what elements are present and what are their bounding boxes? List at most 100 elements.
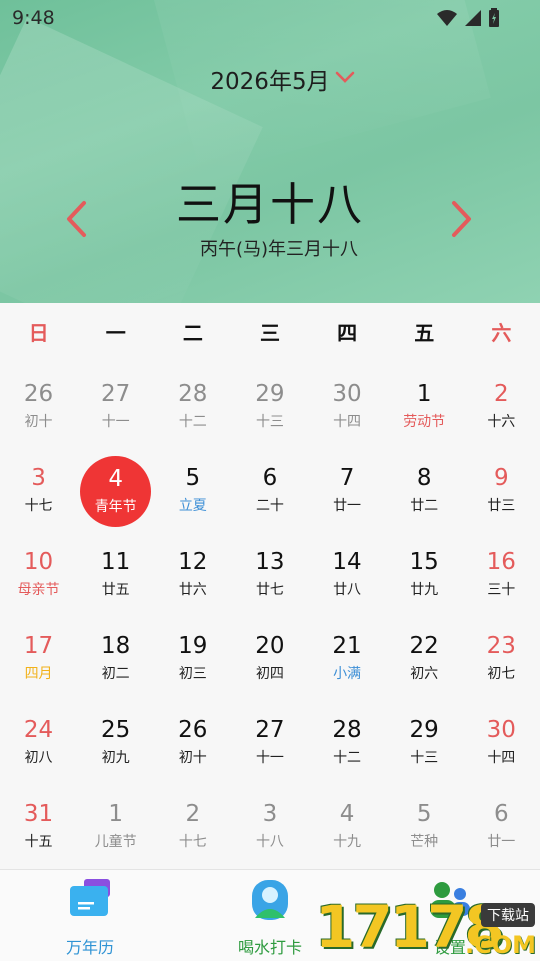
day-cell[interactable]: 28 十二 [309, 699, 386, 783]
lunar-label: 芒种 [410, 834, 439, 850]
day-number: 27 [255, 717, 285, 743]
day-cell[interactable]: 5 立夏 [154, 447, 231, 531]
day-number: 6 [262, 465, 278, 491]
day-cell[interactable]: 12 廿六 [154, 531, 231, 615]
day-number: 21 [332, 633, 362, 659]
day-cell[interactable]: 14 廿八 [309, 531, 386, 615]
calendar-header: 9:48 2026年5月 三月十八 丙午(马)年三月十八 [0, 0, 540, 303]
day-cell[interactable]: 31 十五 [0, 783, 77, 867]
day-cell[interactable]: 4 十九 [309, 783, 386, 867]
calendar-week-row: 26 初十 27 十一 28 十二 29 十三 30 十四 1 劳动节 2 十六 [0, 363, 540, 447]
wifi-icon [437, 10, 457, 26]
day-cell[interactable]: 29 十三 [386, 699, 463, 783]
day-number: 20 [255, 633, 285, 659]
day-cell[interactable]: 29 十三 [231, 363, 308, 447]
calendar-week-row: 10 母亲节 11 廿五 12 廿六 13 廿七 14 廿八 15 廿九 16 三十 [0, 531, 540, 615]
month-label: 2026年5月 [210, 69, 330, 95]
day-cell[interactable]: 27 十一 [77, 363, 154, 447]
weekday-sat: 六 [491, 321, 512, 345]
day-cell[interactable]: 19 初三 [154, 615, 231, 699]
day-number: 4 [339, 801, 355, 827]
day-cell[interactable]: 30 十四 [309, 363, 386, 447]
day-cell[interactable]: 17 四月 [0, 615, 77, 699]
calendar-week-row: 31 十五 1 儿童节 2 十七 3 十八 4 十九 5 芒种 6 廿一 [0, 783, 540, 867]
calendar-week-row: 17 四月 18 初二 19 初三 20 初四 21 小满 22 初六 23 初七 [0, 615, 540, 699]
day-number: 31 [23, 801, 54, 827]
lunar-label: 十三 [255, 414, 284, 430]
lunar-label: 廿一 [487, 834, 516, 850]
day-cell[interactable]: 1 儿童节 [77, 783, 154, 867]
tab-settings[interactable]: 设置 [360, 870, 540, 961]
day-cell[interactable]: 15 廿九 [386, 531, 463, 615]
day-number: 26 [23, 381, 54, 407]
lunar-label: 十二 [178, 414, 207, 430]
day-number: 10 [23, 549, 54, 575]
day-number: 11 [101, 549, 131, 575]
day-cell[interactable]: 22 初六 [386, 615, 463, 699]
lunar-label: 廿七 [255, 582, 284, 598]
day-number: 19 [178, 633, 208, 659]
day-cell[interactable]: 10 母亲节 [0, 531, 77, 615]
lunar-label: 立夏 [178, 498, 207, 514]
lunar-label: 青年节 [94, 499, 137, 515]
day-number: 4 [108, 466, 123, 492]
day-cell[interactable]: 3 十八 [231, 783, 308, 867]
day-cell[interactable]: 6 廿一 [463, 783, 540, 867]
next-month-arrow-icon[interactable] [446, 200, 476, 238]
day-cell[interactable]: 28 十二 [154, 363, 231, 447]
day-cell[interactable]: 2 十六 [463, 363, 540, 447]
day-number: 22 [409, 633, 439, 659]
lunar-label: 初九 [101, 750, 130, 766]
day-cell[interactable]: 3 十七 [0, 447, 77, 531]
bottom-tab-bar: 万年历 喝水打卡 设置 [0, 869, 540, 961]
month-selector[interactable]: 2026年5月 [0, 62, 540, 96]
tab-water-checkin[interactable]: 喝水打卡 [180, 870, 360, 961]
day-cell[interactable]: 13 廿七 [231, 531, 308, 615]
weekday-tue: 二 [182, 321, 203, 345]
day-cell[interactable]: 21 小满 [309, 615, 386, 699]
day-cell-today[interactable]: 4 青年节 [77, 447, 154, 531]
lunar-label: 十一 [255, 750, 284, 766]
tab-calendar[interactable]: 万年历 [0, 870, 180, 961]
lunar-label: 廿八 [333, 582, 362, 598]
weekday-thu: 四 [337, 321, 358, 345]
tab-settings-label: 设置 [433, 938, 466, 957]
day-cell[interactable]: 2 十七 [154, 783, 231, 867]
user-profile-icon [252, 880, 288, 920]
day-cell[interactable]: 8 廿二 [386, 447, 463, 531]
calendar-folder-icon [70, 879, 110, 916]
day-cell[interactable]: 26 初十 [0, 363, 77, 447]
day-cell[interactable]: 25 初九 [77, 699, 154, 783]
day-number: 17 [23, 633, 54, 659]
lunar-label: 四月 [24, 666, 53, 682]
lunar-label: 初四 [255, 666, 284, 682]
day-number: 1 [416, 381, 432, 407]
lunar-label: 初十 [24, 414, 53, 430]
day-number: 2 [185, 801, 201, 827]
day-number: 3 [262, 801, 278, 827]
day-cell[interactable]: 24 初八 [0, 699, 77, 783]
lunar-label: 十四 [487, 750, 516, 766]
day-cell[interactable]: 1 劳动节 [386, 363, 463, 447]
day-cell[interactable]: 23 初七 [463, 615, 540, 699]
day-cell[interactable]: 26 初十 [154, 699, 231, 783]
day-cell[interactable]: 6 二十 [231, 447, 308, 531]
lunar-label: 廿五 [101, 582, 130, 598]
day-cell[interactable]: 5 芒种 [386, 783, 463, 867]
day-number: 16 [486, 549, 516, 575]
day-cell[interactable]: 30 十四 [463, 699, 540, 783]
day-cell[interactable]: 18 初二 [77, 615, 154, 699]
lunar-label: 二十 [255, 498, 284, 514]
lunar-label: 初六 [410, 666, 439, 682]
day-cell[interactable]: 7 廿一 [309, 447, 386, 531]
day-cell[interactable]: 16 三十 [463, 531, 540, 615]
day-number: 24 [23, 717, 54, 743]
day-cell[interactable]: 27 十一 [231, 699, 308, 783]
day-cell[interactable]: 20 初四 [231, 615, 308, 699]
day-cell[interactable]: 9 廿三 [463, 447, 540, 531]
signal-icon [465, 10, 481, 26]
lunar-label: 廿九 [410, 582, 439, 598]
battery-icon [489, 8, 499, 27]
day-number: 6 [493, 801, 509, 827]
day-cell[interactable]: 11 廿五 [77, 531, 154, 615]
